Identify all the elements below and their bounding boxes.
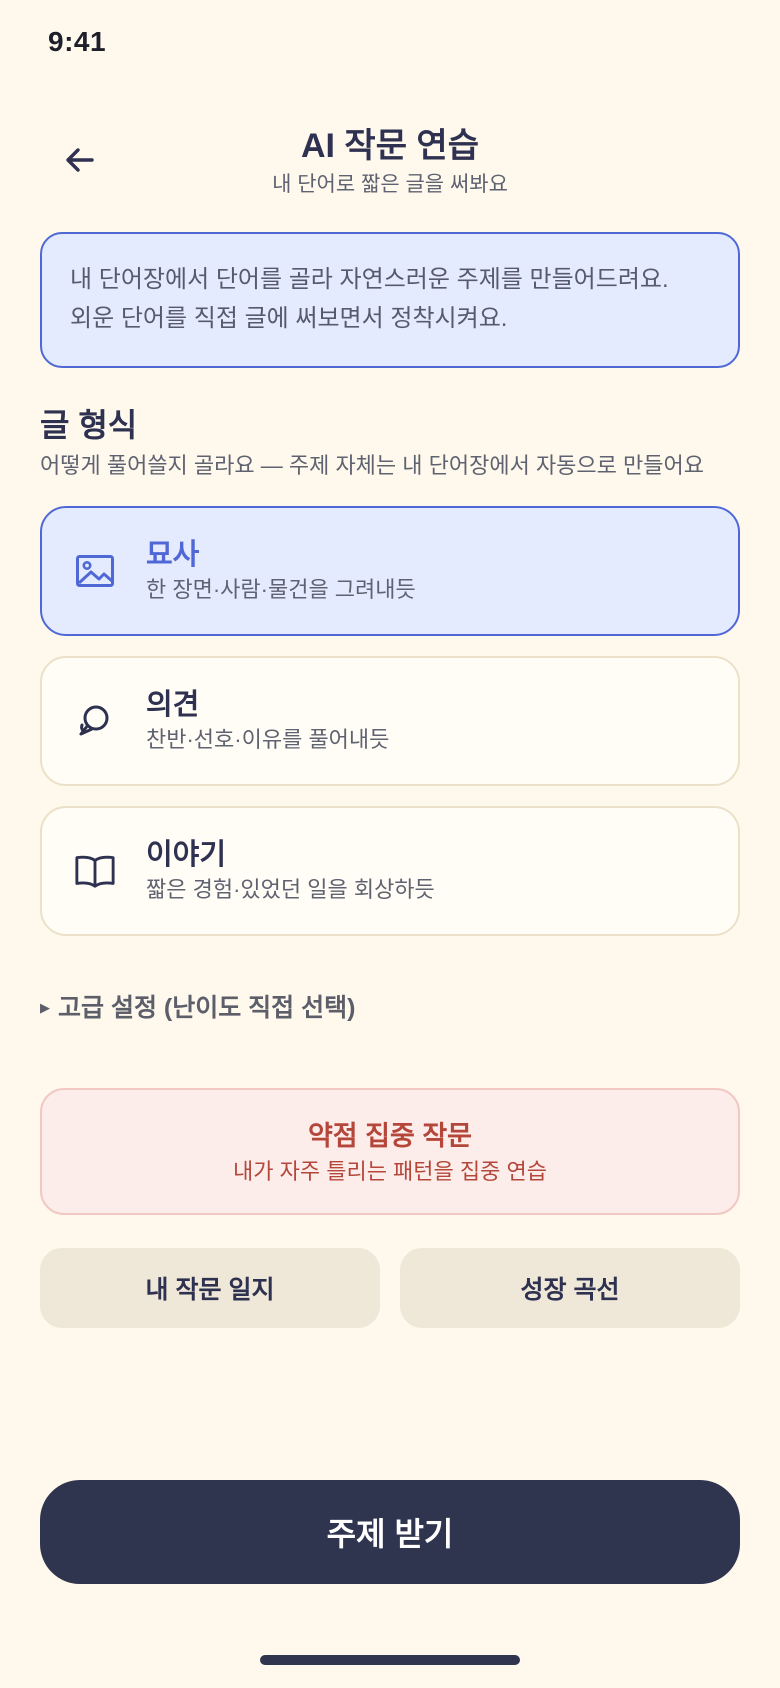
open-book-icon xyxy=(74,850,116,892)
speech-bubble-icon xyxy=(74,700,116,742)
growth-curve-button[interactable]: 성장 곡선 xyxy=(400,1248,740,1328)
info-line: 외운 단어를 직접 글에 써보면서 정착시켜요. xyxy=(70,305,508,332)
format-option-description[interactable]: 묘사 한 장면·사람·물건을 그려내듯 xyxy=(40,506,740,636)
format-option-desc: 찬반·선호·이유를 풀어내듯 xyxy=(146,727,390,752)
info-line: 내 단어장에서 단어를 골라 자연스러운 주제를 만들어드려요. xyxy=(70,266,669,293)
page-subtitle: 내 단어로 짧은 글을 써봐요 xyxy=(272,173,508,196)
weakness-focus-button[interactable]: 약점 집중 작문 내가 자주 틀리는 패턴을 집중 연습 xyxy=(40,1088,740,1215)
disclosure-triangle-icon: ▶ xyxy=(40,1000,50,1015)
format-option-desc: 짧은 경험·있었던 일을 회상하듯 xyxy=(146,877,435,902)
format-option-opinion[interactable]: 의견 찬반·선호·이유를 풀어내듯 xyxy=(40,656,740,786)
format-option-story[interactable]: 이야기 짧은 경험·있었던 일을 회상하듯 xyxy=(40,806,740,936)
writing-journal-button[interactable]: 내 작문 일지 xyxy=(40,1248,380,1328)
format-option-title: 묘사 xyxy=(146,539,200,571)
format-option-title: 이야기 xyxy=(146,839,227,871)
status-time: 9:41 xyxy=(48,26,107,57)
format-section-description: 어떻게 풀어쓸지 골라요 — 주제 자체는 내 단어장에서 자동으로 만들어요 xyxy=(40,453,704,478)
home-indicator xyxy=(260,1655,520,1665)
advanced-settings-toggle[interactable]: ▶ 고급 설정 (난이도 직접 선택) xyxy=(40,990,355,1026)
weakness-focus-title: 약점 집중 작문 xyxy=(307,1121,473,1151)
format-option-title: 의견 xyxy=(146,689,200,721)
get-topic-button[interactable]: 주제 받기 xyxy=(40,1480,740,1584)
format-option-desc: 한 장면·사람·물건을 그려내듯 xyxy=(146,577,416,602)
advanced-settings-label: 고급 설정 (난이도 직접 선택) xyxy=(58,994,356,1022)
page-header: AI 작문 연습 내 단어로 짧은 글을 써봐요 xyxy=(0,124,780,200)
page-title: AI 작문 연습 xyxy=(300,127,479,165)
image-icon xyxy=(74,550,116,592)
info-banner: 내 단어장에서 단어를 골라 자연스러운 주제를 만들어드려요. 외운 단어를 … xyxy=(40,232,740,368)
format-section-title: 글 형식 xyxy=(40,407,138,443)
weakness-focus-desc: 내가 자주 틀리는 패턴을 집중 연습 xyxy=(233,1159,547,1184)
